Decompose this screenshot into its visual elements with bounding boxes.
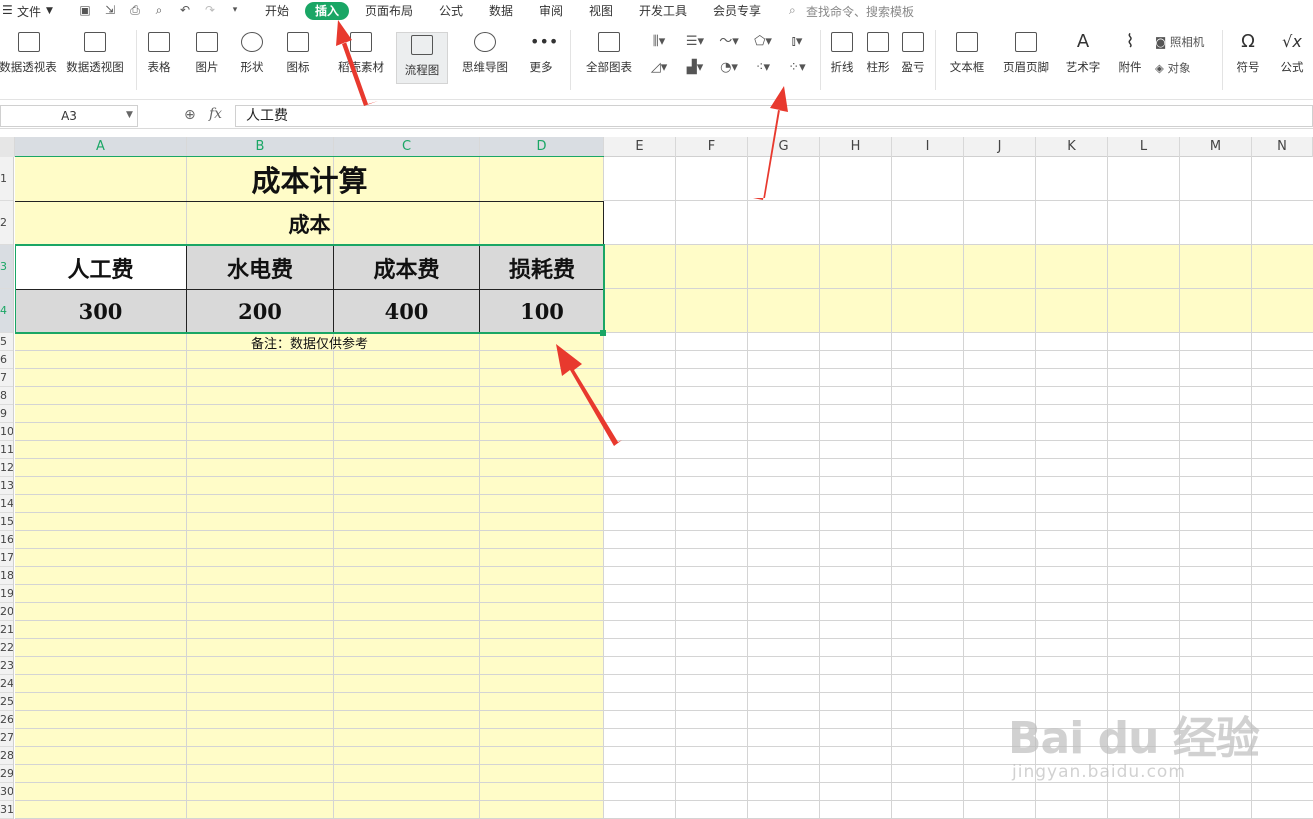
watermark-url: jingyan.baidu.com — [1012, 762, 1186, 782]
annotation-arrows — [336, 20, 788, 446]
arrow-to-selection — [556, 344, 622, 446]
arrow-to-chart-icon — [753, 86, 788, 200]
watermark-logo: Bai du 经验 — [1008, 713, 1260, 764]
arrow-to-insert-tab — [336, 20, 378, 106]
